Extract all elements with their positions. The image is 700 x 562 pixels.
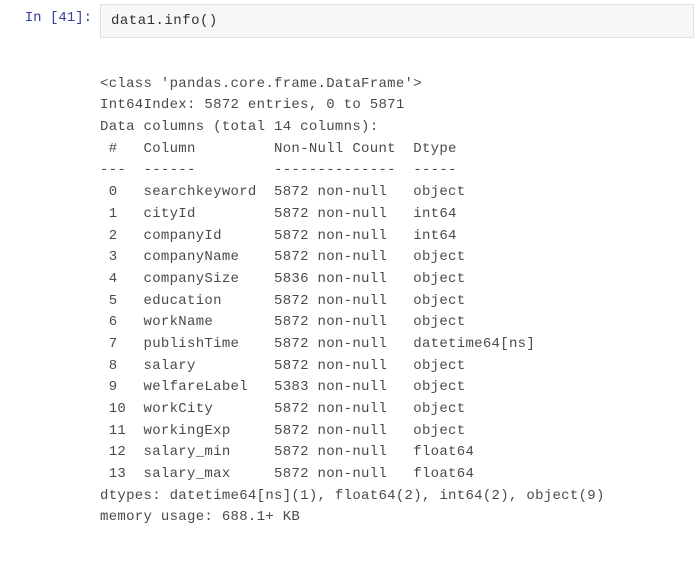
table-row: 7 publishTime 5872 non-null datetime64[n… xyxy=(100,336,535,352)
table-row: 9 welfareLabel 5383 non-null object xyxy=(100,379,465,395)
table-header: # Column Non-Null Count Dtype xyxy=(100,141,457,157)
index-line: Int64Index: 5872 entries, 0 to 5871 xyxy=(100,97,405,113)
table-divider: --- ------ -------------- ----- xyxy=(100,162,457,178)
table-row: 3 companyName 5872 non-null object xyxy=(100,249,465,265)
memory-line: memory usage: 688.1+ KB xyxy=(100,509,300,525)
input-prompt: In [41]: xyxy=(0,0,100,26)
class-line: <class 'pandas.core.frame.DataFrame'> xyxy=(100,76,422,92)
code-input[interactable]: data1.info() xyxy=(100,4,694,38)
table-row: 10 workCity 5872 non-null object xyxy=(100,401,465,417)
dtypes-line: dtypes: datetime64[ns](1), float64(2), i… xyxy=(100,488,605,504)
table-row: 6 workName 5872 non-null object xyxy=(100,314,465,330)
table-row: 13 salary_max 5872 non-null float64 xyxy=(100,466,474,482)
table-row: 5 education 5872 non-null object xyxy=(100,293,465,309)
table-row: 0 searchkeyword 5872 non-null object xyxy=(100,184,465,200)
table-row: 1 cityId 5872 non-null int64 xyxy=(100,206,457,222)
table-row: 8 salary 5872 non-null object xyxy=(100,358,465,374)
table-row: 11 workingExp 5872 non-null object xyxy=(100,423,465,439)
table-row: 2 companyId 5872 non-null int64 xyxy=(100,228,457,244)
table-row: 12 salary_min 5872 non-null float64 xyxy=(100,444,474,460)
table-row: 4 companySize 5836 non-null object xyxy=(100,271,465,287)
columns-line: Data columns (total 14 columns): xyxy=(100,119,378,135)
output-text: <class 'pandas.core.frame.DataFrame'> In… xyxy=(100,38,700,537)
output-cell: Out[41]: <class 'pandas.core.frame.DataF… xyxy=(0,38,700,537)
input-cell: In [41]: data1.info() xyxy=(0,0,700,38)
